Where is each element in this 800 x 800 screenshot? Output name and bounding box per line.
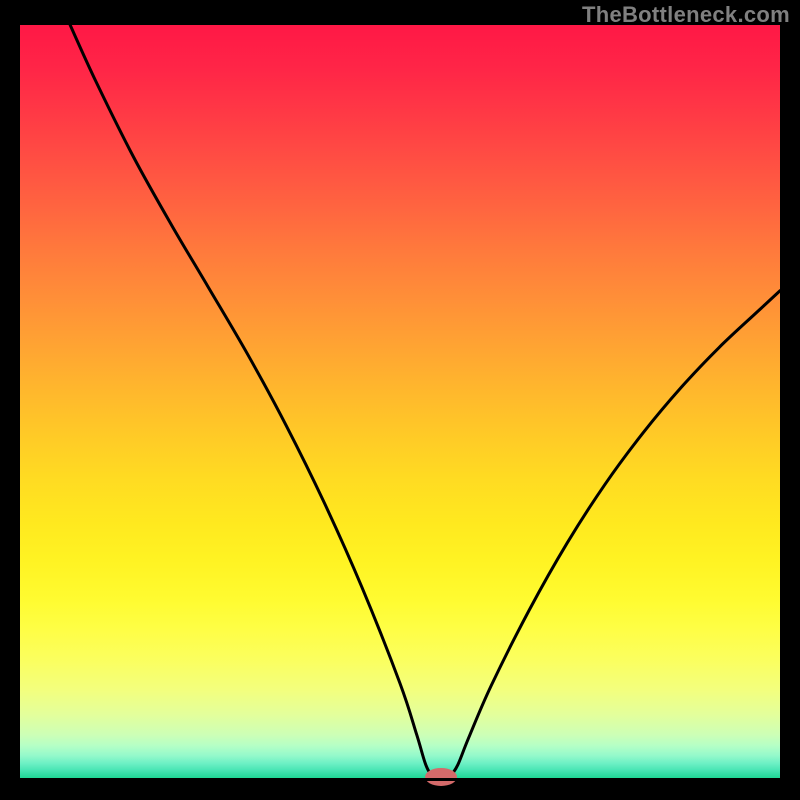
gradient-background	[20, 25, 780, 780]
watermark-text: TheBottleneck.com	[582, 2, 790, 28]
optimal-point-marker	[425, 768, 457, 786]
bottleneck-chart	[0, 0, 800, 800]
chart-frame: TheBottleneck.com	[0, 0, 800, 800]
